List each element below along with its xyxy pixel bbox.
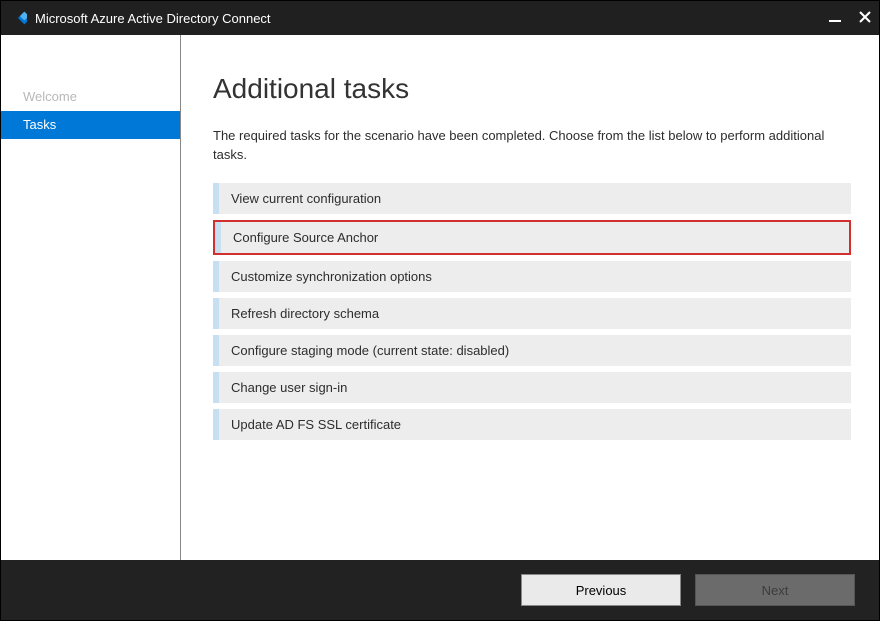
task-label: Update AD FS SSL certificate (231, 417, 401, 432)
task-configure-staging-mode[interactable]: Configure staging mode (current state: d… (213, 335, 851, 366)
task-refresh-directory-schema[interactable]: Refresh directory schema (213, 298, 851, 329)
minimize-button[interactable] (829, 10, 841, 26)
page-description: The required tasks for the scenario have… (213, 127, 851, 165)
window-controls (829, 10, 871, 26)
task-view-current-configuration[interactable]: View current configuration (213, 183, 851, 214)
task-label: Configure Source Anchor (233, 228, 378, 247)
sidebar-item-welcome[interactable]: Welcome (1, 83, 180, 111)
task-configure-source-anchor[interactable]: Configure Source Anchor (213, 220, 851, 255)
content-area: Additional tasks The required tasks for … (181, 35, 879, 560)
azure-ad-icon (9, 9, 27, 27)
task-change-user-sign-in[interactable]: Change user sign-in (213, 372, 851, 403)
task-customize-synchronization-options[interactable]: Customize synchronization options (213, 261, 851, 292)
sidebar: Welcome Tasks (1, 35, 181, 560)
page-heading: Additional tasks (213, 73, 851, 105)
task-label: View current configuration (231, 191, 381, 206)
close-button[interactable] (859, 10, 871, 26)
task-update-adfs-ssl-certificate[interactable]: Update AD FS SSL certificate (213, 409, 851, 440)
sidebar-item-tasks[interactable]: Tasks (1, 111, 180, 139)
next-button: Next (695, 574, 855, 606)
task-label: Configure staging mode (current state: d… (231, 343, 509, 358)
sidebar-item-label: Tasks (23, 117, 56, 132)
previous-button[interactable]: Previous (521, 574, 681, 606)
titlebar: Microsoft Azure Active Directory Connect (1, 1, 879, 35)
sidebar-item-label: Welcome (23, 89, 77, 104)
task-label: Change user sign-in (231, 380, 347, 395)
task-list: View current configuration Configure Sou… (213, 183, 851, 440)
task-label: Refresh directory schema (231, 306, 379, 321)
window-title: Microsoft Azure Active Directory Connect (35, 11, 829, 26)
footer: Previous Next (1, 560, 879, 620)
task-label: Customize synchronization options (231, 269, 432, 284)
main-area: Welcome Tasks Additional tasks The requi… (1, 35, 879, 560)
